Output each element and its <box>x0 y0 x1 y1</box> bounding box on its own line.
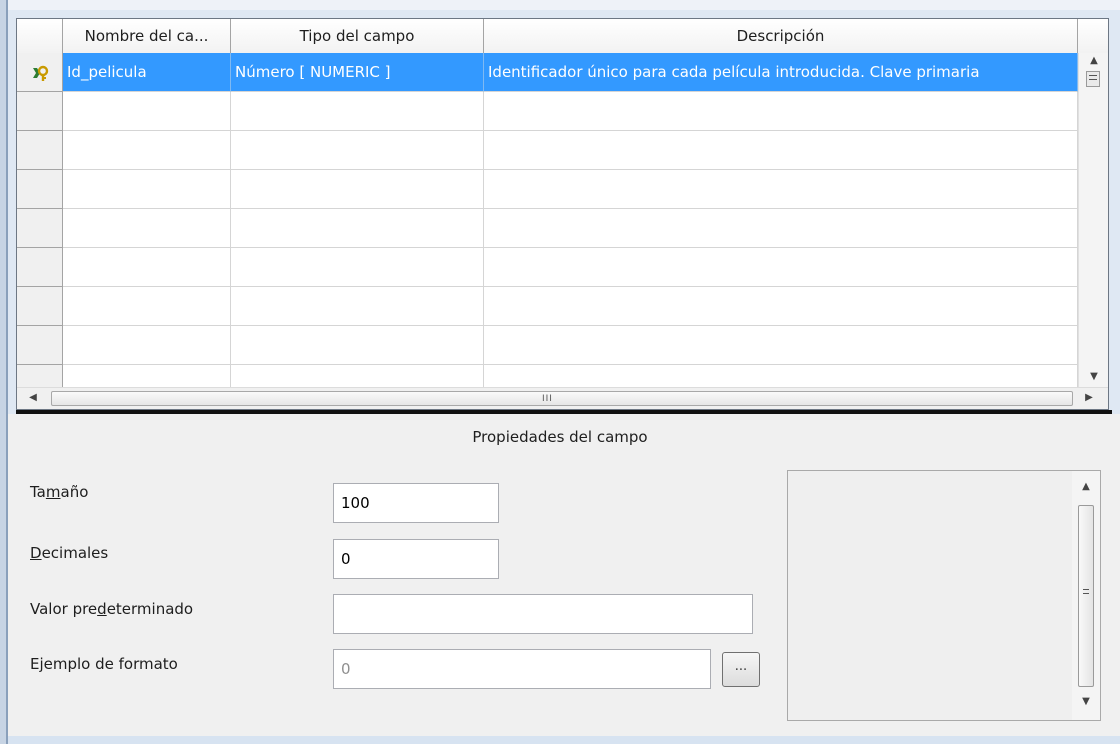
grid-vertical-scrollbar[interactable]: ▲ ▼ <box>1078 53 1108 387</box>
field-name-cell[interactable] <box>63 92 231 131</box>
properties-title: Propiedades del campo <box>472 428 648 446</box>
chevron-up-icon[interactable]: ▲ <box>1086 55 1102 66</box>
table-row[interactable]: Id_pelicula Número [ NUMERIC ] Identific… <box>17 53 1078 92</box>
table-row[interactable] <box>17 209 1078 248</box>
decimales-input[interactable] <box>333 539 499 579</box>
row-header[interactable] <box>17 131 63 170</box>
column-header-name[interactable]: Nombre del ca... <box>63 19 231 53</box>
help-vertical-scrollbar[interactable]: ▲ ▼ <box>1072 471 1100 720</box>
field-type-cell[interactable] <box>231 170 484 209</box>
top-strip <box>8 0 1120 10</box>
grid-scroll-thumb[interactable] <box>1086 71 1100 87</box>
table-row[interactable] <box>17 131 1078 170</box>
field-type-cell[interactable] <box>231 92 484 131</box>
row-header[interactable] <box>17 170 63 209</box>
field-description-cell[interactable] <box>484 131 1078 170</box>
chevron-down-icon[interactable]: ▼ <box>1078 696 1094 707</box>
grid-header: Nombre del ca... Tipo del campo Descripc… <box>17 19 1108 54</box>
help-scroll-thumb[interactable] <box>1078 505 1094 687</box>
row-header[interactable] <box>17 209 63 248</box>
chevron-right-icon[interactable]: ▶ <box>1081 392 1097 403</box>
field-type-cell[interactable] <box>231 209 484 248</box>
field-description-cell[interactable] <box>484 170 1078 209</box>
tamano-input[interactable] <box>333 483 499 523</box>
row-header[interactable] <box>17 248 63 287</box>
corner-header-cell[interactable] <box>17 19 63 53</box>
column-header-type[interactable]: Tipo del campo <box>231 19 484 53</box>
table-row[interactable] <box>17 326 1078 365</box>
valor-predeterminado-label: Valor predeterminado <box>30 600 194 618</box>
chevron-down-icon[interactable]: ▼ <box>1086 371 1102 382</box>
tamano-label: Tamaño <box>30 483 89 501</box>
grid-horizontal-scrollbar[interactable]: ◀ III ▶ <box>17 387 1108 409</box>
field-name-cell[interactable] <box>63 170 231 209</box>
field-description-cell[interactable] <box>484 209 1078 248</box>
bottom-strip <box>8 736 1120 744</box>
row-header[interactable] <box>17 287 63 326</box>
field-description-cell[interactable] <box>484 326 1078 365</box>
help-text-box: ▲ ▼ <box>787 470 1101 721</box>
thumb-grip <box>1081 586 1091 600</box>
row-header[interactable] <box>17 326 63 365</box>
field-type-cell[interactable] <box>231 326 484 365</box>
chevron-up-icon[interactable]: ▲ <box>1078 481 1094 492</box>
field-name-cell[interactable] <box>63 326 231 365</box>
field-name-cell[interactable]: Id_pelicula <box>63 53 231 92</box>
thumb-grip: III <box>542 394 553 404</box>
field-name-cell[interactable] <box>63 209 231 248</box>
field-description-cell[interactable] <box>484 248 1078 287</box>
field-name-cell[interactable] <box>63 131 231 170</box>
format-options-button[interactable]: ... <box>722 652 760 687</box>
grid-horizontal-thumb[interactable]: III <box>51 391 1073 406</box>
table-row[interactable] <box>17 248 1078 287</box>
field-type-cell[interactable] <box>231 131 484 170</box>
chevron-left-icon[interactable]: ◀ <box>25 392 41 403</box>
table-row[interactable] <box>17 170 1078 209</box>
decimales-label: Decimales <box>30 544 109 562</box>
field-description-cell[interactable]: Identificador único para cada película i… <box>484 53 1078 92</box>
field-type-cell[interactable] <box>231 248 484 287</box>
table-row[interactable] <box>17 92 1078 131</box>
field-name-cell[interactable] <box>63 287 231 326</box>
table-row[interactable] <box>17 287 1078 326</box>
row-header[interactable] <box>17 53 63 92</box>
primary-key-icon <box>33 65 49 81</box>
field-name-cell[interactable] <box>63 248 231 287</box>
field-type-cell[interactable] <box>231 287 484 326</box>
row-header[interactable] <box>17 92 63 131</box>
field-description-cell[interactable] <box>484 92 1078 131</box>
ejemplo-formato-label: Ejemplo de formato <box>30 655 178 673</box>
column-header-description[interactable]: Descripción <box>484 19 1078 53</box>
field-type-cell[interactable]: Número [ NUMERIC ] <box>231 53 484 92</box>
ejemplo-formato-input <box>333 649 711 689</box>
field-grid: Nombre del ca... Tipo del campo Descripc… <box>16 18 1109 410</box>
valor-predeterminado-input[interactable] <box>333 594 753 634</box>
field-description-cell[interactable] <box>484 287 1078 326</box>
